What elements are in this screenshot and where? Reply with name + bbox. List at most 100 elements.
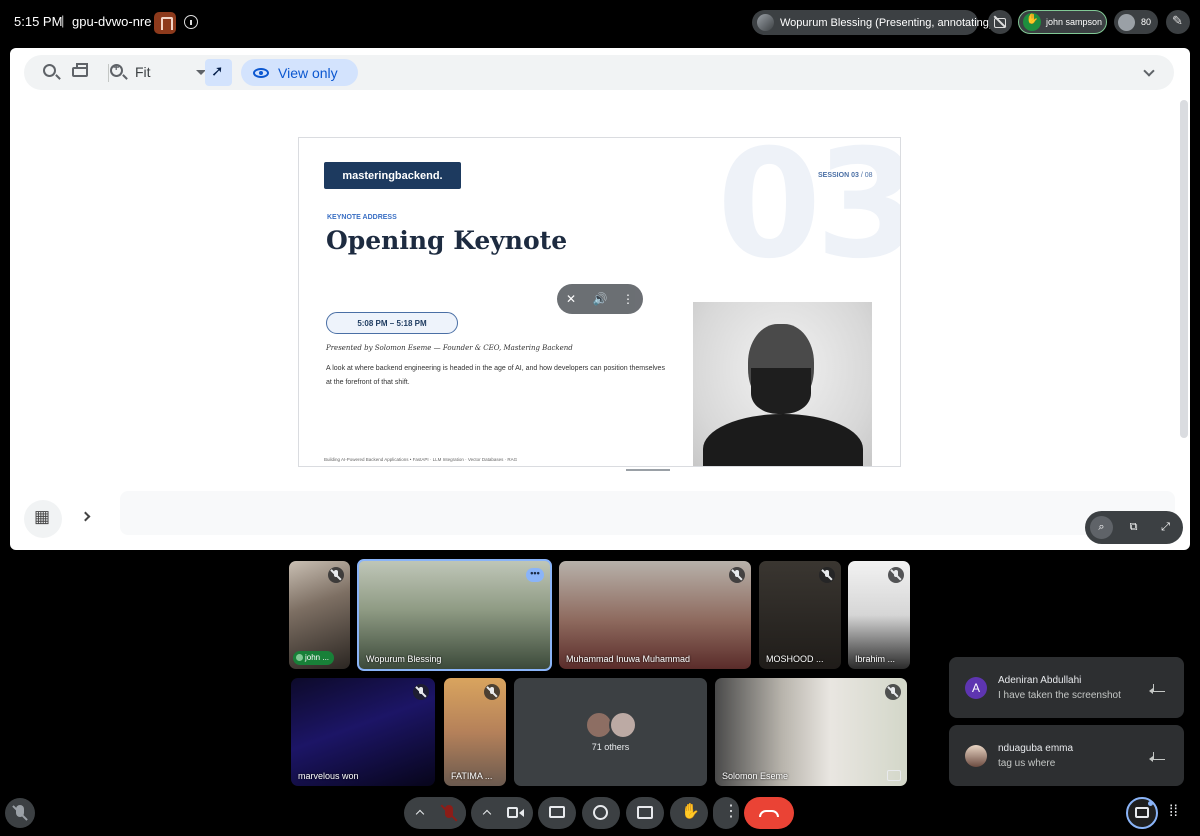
raised-hand-icon xyxy=(1023,13,1041,31)
separator: | xyxy=(61,13,65,28)
zoom-in-icon[interactable] xyxy=(110,62,123,77)
session-indicator: SESSION 03 / 08 xyxy=(818,172,873,179)
more-options-button[interactable]: ⋮ xyxy=(713,797,739,829)
emoji-icon xyxy=(593,805,608,820)
top-bar: 5:15 PM | gpu-dvwo-nre Wopurum Blessing … xyxy=(0,0,1200,44)
participant-name: john ... xyxy=(293,651,335,665)
mic-off-icon xyxy=(413,684,429,700)
slide-description: A look at where backend engineering is h… xyxy=(326,365,665,386)
participant-name: Muhammad Inuwa Muhammad xyxy=(566,654,691,664)
participant-tile[interactable]: ••• Wopurum Blessing xyxy=(357,559,552,671)
photo-beard xyxy=(751,368,811,414)
view-only-label: View only xyxy=(278,64,338,81)
leave-call-button[interactable] xyxy=(744,797,794,829)
chat-notification[interactable]: A Adeniran Abdullahi I have taken the sc… xyxy=(949,657,1184,718)
participant-name: marvelous won xyxy=(298,771,359,781)
view-only-button[interactable]: View only xyxy=(241,59,358,86)
participant-tile[interactable]: Solomon Eseme xyxy=(715,678,907,786)
avatar: A xyxy=(965,677,987,699)
participant-tile[interactable]: FATIMA ... xyxy=(444,678,506,786)
eye-icon xyxy=(253,67,269,78)
reply-icon[interactable] xyxy=(1149,752,1165,762)
activities-button[interactable]: ⁞⁞ xyxy=(1162,798,1192,828)
mic-off-indicator-icon[interactable] xyxy=(5,798,35,828)
presenter-indicator[interactable]: Wopurum Blessing (Presenting, annotating… xyxy=(752,10,993,35)
more-vert-icon[interactable]: ⋮ xyxy=(620,291,636,307)
grid-view-button[interactable] xyxy=(24,500,62,538)
others-count: 71 others xyxy=(591,742,630,752)
presenting-icon xyxy=(887,770,901,781)
chat-message: I have taken the screenshot xyxy=(998,690,1121,701)
mic-off-icon xyxy=(819,567,835,583)
chat-sender: nduaguba emma xyxy=(998,743,1074,754)
hand-icon: ✋ xyxy=(681,803,700,820)
camera-off-icon[interactable] xyxy=(988,10,1012,34)
chat-button[interactable] xyxy=(1126,797,1158,829)
chat-sender: Adeniran Abdullahi xyxy=(998,675,1082,686)
more-vert-icon: ⋮ xyxy=(723,803,739,820)
participant-name: Wopurum Blessing xyxy=(366,654,442,664)
others-avatars xyxy=(585,711,639,739)
info-icon[interactable] xyxy=(184,15,198,29)
volume-icon[interactable]: 🔊 xyxy=(592,291,608,307)
participant-tile[interactable]: john ... xyxy=(289,561,350,669)
divider xyxy=(108,64,109,82)
chat-message: tag us where xyxy=(998,758,1056,769)
participants-button[interactable]: 80 xyxy=(1114,10,1158,34)
annotate-icon[interactable] xyxy=(1166,10,1190,34)
present-button[interactable] xyxy=(538,797,576,829)
logo: masteringbackend. xyxy=(324,162,461,189)
pointer-tool-button[interactable] xyxy=(205,59,232,86)
pin-off-icon[interactable]: ✕ xyxy=(563,291,579,307)
avatar xyxy=(609,711,637,739)
search-icon[interactable] xyxy=(43,64,56,77)
presenter-label: Wopurum Blessing (Presenting, annotating… xyxy=(780,16,993,29)
slide-controls: ✕ 🔊 ⋮ xyxy=(557,284,643,314)
avatar xyxy=(757,14,774,31)
raised-hand-indicator[interactable]: john sampson xyxy=(1018,10,1107,34)
avatar xyxy=(965,745,987,767)
filmstrip xyxy=(120,491,1175,535)
session-number-watermark: 03 xyxy=(717,137,901,292)
participant-tile[interactable]: MOSHOOD ... xyxy=(759,561,841,669)
hang-up-icon xyxy=(759,810,779,817)
slide-title: Opening Keynote xyxy=(326,226,568,255)
reactions-button[interactable] xyxy=(582,797,620,829)
chevron-right-icon[interactable] xyxy=(80,511,91,522)
print-icon[interactable] xyxy=(72,63,88,77)
participant-tile[interactable]: Ibrahim ... xyxy=(848,561,910,669)
raise-hand-button[interactable]: ✋ xyxy=(670,797,708,829)
camera-lens xyxy=(519,809,524,817)
apps-icon: ⁞⁞ xyxy=(1169,803,1178,820)
viewer-toolbar: Fit View only xyxy=(24,55,1174,90)
photo-shoulders xyxy=(703,414,863,466)
collapse-toolbar-icon[interactable] xyxy=(1143,65,1155,77)
camera-options-icon[interactable] xyxy=(482,809,492,819)
others-tile[interactable]: 71 others xyxy=(514,678,707,786)
fullscreen-icon[interactable]: ⤢ xyxy=(1154,516,1177,539)
host-controls-icon[interactable] xyxy=(154,12,176,34)
zoom-level[interactable]: Fit xyxy=(135,64,151,80)
captions-button[interactable] xyxy=(626,797,664,829)
presentation-panel: Fit View only masteringbackend. 03 SESSI… xyxy=(10,48,1190,550)
mic-off-icon xyxy=(888,567,904,583)
clock: 5:15 PM xyxy=(14,14,63,29)
mic-options-icon[interactable] xyxy=(415,809,425,819)
participant-tile[interactable]: Muhammad Inuwa Muhammad xyxy=(559,561,751,669)
pop-out-icon[interactable]: ⧉ xyxy=(1122,516,1145,539)
scrollbar[interactable] xyxy=(1180,100,1188,438)
presented-by: Presented by Solomon Eseme — Founder & C… xyxy=(326,344,573,352)
chat-notification[interactable]: nduaguba emma tag us where xyxy=(949,725,1184,786)
reply-icon[interactable] xyxy=(1149,684,1165,694)
mic-off-icon xyxy=(729,567,745,583)
presentation-footer: ⌕ ⧉ ⤢ xyxy=(10,488,1190,550)
more-options-icon[interactable]: ••• xyxy=(526,568,544,582)
camera-icon[interactable] xyxy=(507,807,518,818)
mic-toggle-button[interactable] xyxy=(432,797,466,829)
people-icon xyxy=(1118,13,1135,31)
session-label: SESSION 03 xyxy=(818,172,859,179)
participant-tile[interactable]: marvelous won xyxy=(291,678,435,786)
captions-icon xyxy=(637,806,653,819)
speaker-photo xyxy=(693,302,872,466)
zoom-icon[interactable]: ⌕ xyxy=(1090,516,1113,539)
